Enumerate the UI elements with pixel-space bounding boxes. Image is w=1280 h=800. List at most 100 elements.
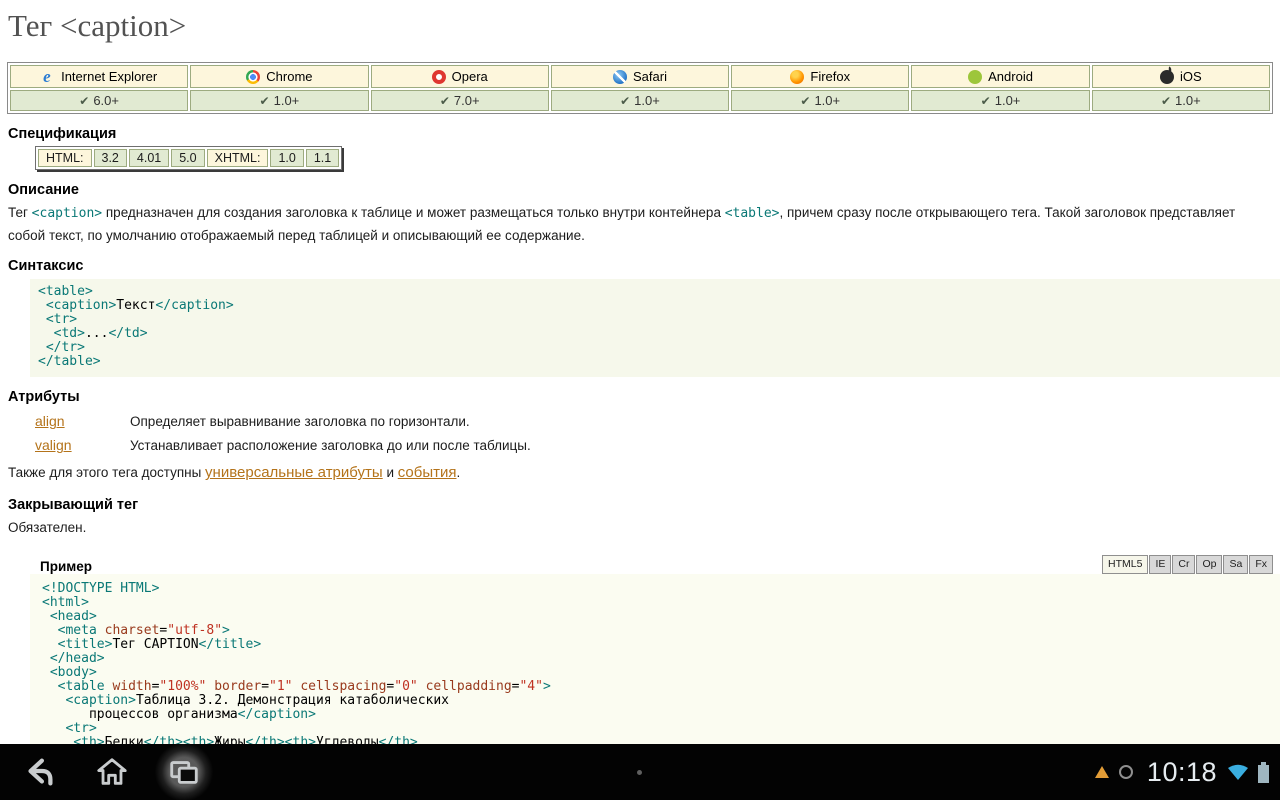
browser-version-android: ✔ 1.0+ (911, 90, 1089, 111)
example-tab-fx[interactable]: Fx (1249, 555, 1273, 574)
browser-support-table: Internet ExplorerChromeOperaSafariFirefo… (7, 62, 1273, 114)
text-run: . (457, 465, 461, 480)
example-heading: Пример (40, 559, 92, 574)
browser-version-firefox: ✔1.0+ (731, 90, 909, 111)
attr-link-valign[interactable]: valign (35, 437, 130, 453)
code-token: <title> (58, 637, 113, 652)
code-token: width (112, 679, 151, 694)
code-line: <tr> (42, 722, 1272, 736)
attr-link-align[interactable]: align (35, 413, 130, 429)
browser-name: iOS (1180, 69, 1202, 84)
code-line: <table width="100%" border="1" cellspaci… (42, 680, 1272, 694)
example-tab-html5[interactable]: HTML5 (1102, 555, 1148, 574)
code-token: > (543, 679, 551, 694)
attribute-description: Определяет выравнивание заголовка по гор… (130, 414, 470, 429)
code-token: </head> (50, 651, 105, 666)
code-token (38, 326, 54, 341)
chrome-icon (246, 70, 260, 84)
spec-cell: HTML: (38, 149, 92, 167)
code-token: <html> (42, 595, 89, 610)
text-run: Также для этого тега доступны (8, 465, 205, 480)
browser-version: 6.0+ (93, 93, 119, 108)
browser-version: 1.0+ (995, 93, 1021, 108)
wifi-icon (1227, 764, 1249, 781)
code-token: border (214, 679, 261, 694)
code-token: <table (58, 679, 113, 694)
browser-name: Safari (633, 69, 667, 84)
notification-icon (1095, 766, 1109, 778)
code-token (42, 721, 65, 736)
example-code-block: <!DOCTYPE HTML><html> <head> <meta chars… (30, 574, 1280, 744)
code-token: Тег CAPTION (112, 637, 198, 652)
code-token: "utf-8" (167, 623, 222, 638)
check-icon: ✔ (981, 94, 991, 108)
code-token (38, 298, 46, 313)
example-tab-op[interactable]: Op (1196, 555, 1222, 574)
browser-version-opera: ✔ 7.0+ (371, 90, 549, 111)
browser-version-ios: ✔1.0+ (1092, 90, 1270, 111)
code-token: </title> (199, 637, 262, 652)
code-token (42, 651, 50, 666)
code-token: Белки (105, 735, 144, 744)
recents-icon (167, 755, 201, 789)
closing-tag-text: Обязателен. (8, 517, 1273, 539)
spec-table: HTML:3.24.015.0XHTML:1.01.1 (35, 146, 342, 170)
code-token: <th> (73, 735, 104, 744)
browser-col-ios: iOS (1092, 65, 1270, 88)
example-tab-sa[interactable]: Sa (1223, 555, 1248, 574)
link-events[interactable]: события (398, 464, 457, 481)
code-token (38, 312, 46, 327)
code-line: </tr> (38, 341, 1272, 355)
specification-heading: Спецификация (8, 126, 1273, 142)
description-heading: Описание (8, 182, 1273, 198)
browser-version-chrome: ✔1.0+ (190, 90, 368, 111)
browser-version-row: ✔6.0+✔1.0+✔7.0+✔1.0+✔1.0+✔1.0+✔1.0+ (10, 90, 1270, 111)
browser-name: Firefox (810, 69, 850, 84)
closing-tag-heading: Закрывающий тег (8, 497, 1273, 513)
code-token: <caption> (46, 298, 116, 313)
code-line: <tr> (38, 313, 1272, 327)
code-token: cellspacing (300, 679, 386, 694)
browser-version: 7.0+ (454, 93, 480, 108)
code-token: Текст (116, 298, 155, 313)
status-area[interactable]: 10:18 (1095, 744, 1270, 800)
alarm-icon (1119, 765, 1133, 779)
code-line: <html> (42, 596, 1272, 610)
attribute-row: alignОпределяет выравнивание заголовка п… (35, 413, 1273, 429)
example-tab-cr[interactable]: Cr (1172, 555, 1195, 574)
page-content: Тег <caption> Internet ExplorerChromeOpe… (0, 0, 1280, 744)
opera-icon (432, 70, 446, 84)
spec-cell: 1.0 (270, 149, 303, 167)
code-token: <caption> (65, 693, 135, 708)
code-token: <!DOCTYPE HTML> (42, 581, 159, 596)
code-token: Таблица 3.2. Демонстрация катаболических (136, 693, 449, 708)
spec-cell: 3.2 (94, 149, 127, 167)
text-run: и (383, 465, 398, 480)
code-token: <th> (183, 735, 214, 744)
ios-icon (1160, 70, 1174, 84)
status-clock: 10:18 (1147, 757, 1217, 788)
code-token: "1" (269, 679, 292, 694)
recents-button[interactable] (148, 744, 220, 800)
example-header: Пример HTML5IECrOpSaFx (40, 555, 1273, 574)
code-token: </caption> (155, 298, 233, 313)
check-icon: ✔ (440, 94, 450, 108)
nav-buttons (4, 744, 220, 800)
check-icon: ✔ (620, 94, 630, 108)
link-universal-attributes[interactable]: универсальные атрибуты (205, 464, 383, 481)
code-token: </th> (379, 735, 418, 744)
code-token: <table> (38, 284, 93, 299)
code-line: </table> (38, 355, 1272, 369)
page-title: Тег <caption> (8, 6, 1273, 46)
code-line: <title>Тег CAPTION</title> (42, 638, 1272, 652)
browser-version: 1.0+ (274, 93, 300, 108)
home-button[interactable] (76, 744, 148, 800)
code-token: </th> (246, 735, 285, 744)
example-tab-ie[interactable]: IE (1149, 555, 1171, 574)
back-button[interactable] (4, 744, 76, 800)
attributes-list: alignОпределяет выравнивание заголовка п… (35, 413, 1273, 453)
code-token: > (222, 623, 230, 638)
example-tabs: HTML5IECrOpSaFx (1101, 555, 1273, 574)
code-token: Углеводы (316, 735, 379, 744)
code-line: <head> (42, 610, 1272, 624)
